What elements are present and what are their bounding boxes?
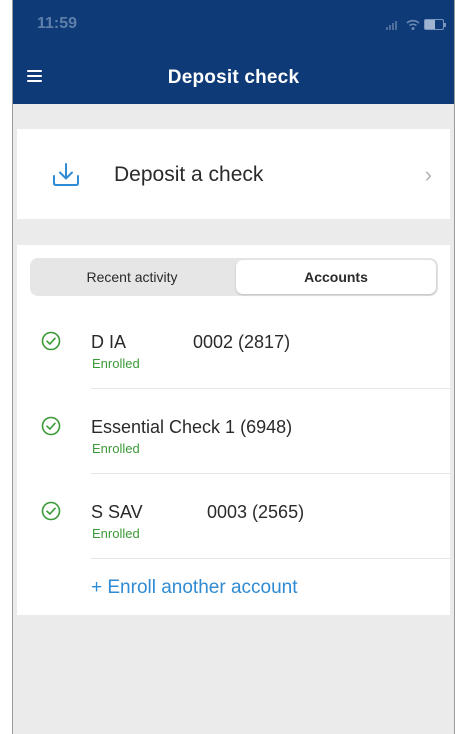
account-row[interactable]: Essential Check 1 (6948) Enrolled (17, 414, 450, 499)
account-name: S SAV (91, 502, 143, 522)
battery-icon (424, 19, 446, 30)
status-bar: 11:59 (13, 0, 454, 48)
enrolled-status: Enrolled (92, 441, 140, 456)
download-icon (51, 162, 81, 188)
check-circle-icon (41, 331, 61, 351)
page-title: Deposit check (167, 67, 300, 88)
enrolled-status: Enrolled (92, 526, 140, 541)
enrolled-status: Enrolled (92, 356, 140, 371)
enroll-another-account-link[interactable]: + Enroll another account (91, 577, 298, 599)
wifi-icon (406, 19, 420, 31)
accounts-card: Recent activity Accounts D IA 0002 (2817… (17, 245, 450, 615)
signal-icon (386, 19, 400, 30)
segmented-control: Recent activity Accounts (30, 258, 438, 296)
account-number: 0002 (2817) (193, 332, 291, 352)
check-circle-icon (41, 416, 61, 436)
tab-accounts[interactable]: Accounts (236, 260, 436, 294)
check-circle-icon (41, 501, 61, 521)
account-row[interactable]: D IA 0002 (2817) Enrolled (17, 329, 450, 414)
nav-bar: Deposit check (13, 48, 454, 104)
account-number: 0003 (2565) (207, 502, 305, 522)
chevron-right-icon: › (424, 162, 432, 187)
account-row[interactable]: S SAV 0003 (2565) Enrolled (17, 499, 450, 584)
row-divider (91, 473, 450, 474)
deposit-a-check-label: Deposit a check (114, 163, 264, 186)
phone-screen: 11:59 Deposit check Deposit a check › Re… (12, 0, 455, 734)
status-time: 11:59 (37, 15, 78, 32)
app-header: 11:59 Deposit check (13, 0, 454, 104)
deposit-a-check-button[interactable]: Deposit a check › (17, 129, 450, 219)
tab-recent-activity[interactable]: Recent activity (32, 260, 232, 294)
row-divider (91, 558, 450, 559)
account-name: Essential Check 1 (6948) (91, 417, 293, 437)
account-name: D IA (91, 332, 127, 352)
row-divider (91, 388, 450, 389)
